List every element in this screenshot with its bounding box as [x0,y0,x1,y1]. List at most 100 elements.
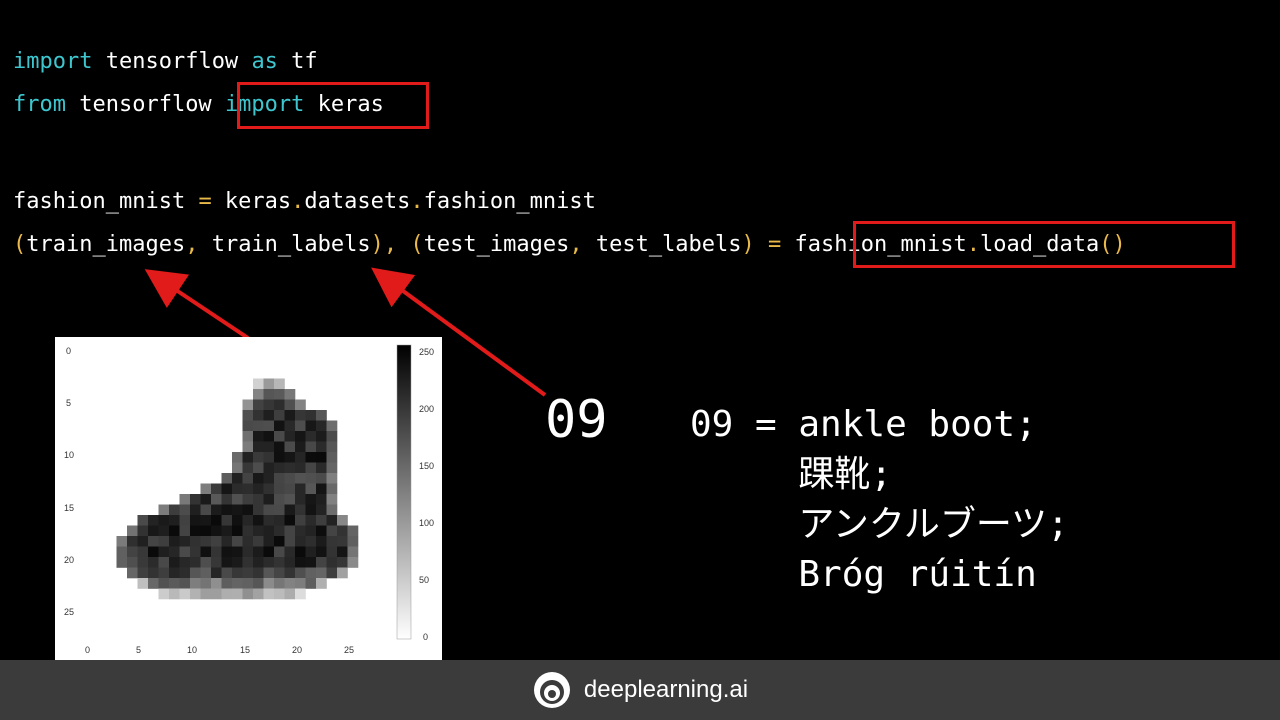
operator: . [291,189,305,214]
colorbar-tick: 250 [419,347,434,357]
colorbar-ticks: 250 200 150 100 50 0 [419,347,434,642]
brand-name: deeplearning.ai [583,676,749,703]
image-pixel [295,567,306,579]
image-pixel [284,462,296,474]
image-pixel [284,452,296,463]
image-pixel [263,567,275,579]
y-ticks: 0 5 10 15 20 25 [64,346,74,617]
image-pixel [295,483,306,495]
image-pixel [274,431,285,442]
image-pixel [137,578,149,589]
image-pixel [179,515,191,526]
x-tick: 0 [85,645,90,655]
image-pixel [326,431,338,442]
image-pixel [211,525,222,537]
colorbar-tick: 200 [419,404,434,414]
image-pixel [127,546,138,558]
image-pixel [295,515,306,526]
image-pixel [242,525,254,537]
image-pixel [284,431,296,442]
image-pixel [263,494,275,505]
image-pixel [263,483,275,495]
image-pixel [116,557,128,568]
image-pixel [263,420,275,432]
operator: = [198,189,212,214]
image-pixel [305,410,317,421]
image-pixel [190,515,201,526]
image-pixel [284,504,296,516]
image-pixel [326,546,338,558]
image-pixel [274,515,285,526]
x-tick: 10 [187,645,197,655]
image-pixel [284,441,296,453]
keyword: import [13,49,93,74]
image-pixel [253,399,264,411]
image-pixel [253,578,264,589]
image-pixel [305,420,317,432]
image-pixel [242,431,254,442]
image-pixel [242,420,254,432]
image-pixel [263,525,275,537]
operator: ) [370,232,384,257]
image-pixel [253,588,264,600]
image-pixel [127,557,138,568]
image-pixel [295,473,306,484]
image-pixel [295,462,306,474]
operator: , [185,232,199,257]
image-pixel [316,578,327,589]
image-pixel [148,567,159,579]
image-pixel [211,515,222,526]
image-pixel [190,578,201,589]
operator: , [383,232,398,257]
operator: , [569,232,583,257]
image-pixel [253,431,264,442]
image-pixel [169,504,180,516]
image-pixel [274,441,285,453]
image-pixel [242,462,254,474]
operator: ( [397,232,424,257]
label-translations: 09 = ankle boot; 踝靴; アンクルブーツ; Bróg rúití… [690,400,1069,600]
image-pixel [316,557,327,568]
image-pixel [337,525,348,537]
image-pixel [232,588,243,600]
image-pixel [200,567,212,579]
image-pixel [305,515,317,526]
image-pixel [274,504,285,516]
image-pixel [179,588,191,600]
image-pixel [263,431,275,442]
image-pixel [221,473,233,484]
image-pixel [316,525,327,537]
image-pixel [190,536,201,547]
image-pixel [316,567,327,579]
image-pixel [169,588,180,600]
image-pixel [263,378,275,390]
image-pixel [232,483,243,495]
image-pixel [263,578,275,589]
image-pixel [242,473,254,484]
image-pixel [305,483,317,495]
image-pixel [158,557,170,568]
translation-chinese: 踝靴; [690,454,893,495]
image-pixel [274,483,285,495]
operator: = [754,232,795,257]
image-pixel [326,515,338,526]
image-pixel [148,515,159,526]
image-pixel [284,567,296,579]
image-pixel [253,441,264,453]
image-pixel [211,588,222,600]
image-pixel [263,515,275,526]
image-pixel [316,546,327,558]
image-pixel [242,494,254,505]
image-pixel [148,536,159,547]
image-pixel [284,536,296,547]
image-pixel [232,494,243,505]
image-pixel [242,536,254,547]
image-pixel [253,389,264,400]
image-pixel [169,525,180,537]
image-pixel [127,525,138,537]
image-pixel [316,420,327,432]
image-pixel [295,452,306,463]
image-pixel [179,557,191,568]
y-tick: 15 [64,503,74,513]
image-pixel [190,504,201,516]
